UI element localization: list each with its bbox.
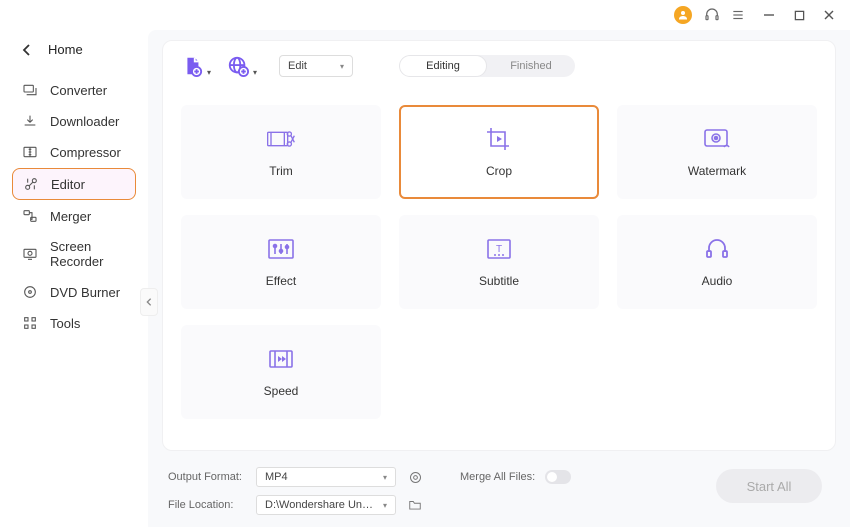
sidebar-item-converter[interactable]: Converter (12, 75, 136, 105)
sidebar-item-label: Editor (51, 177, 85, 192)
output-format-label: Output Format: (168, 471, 246, 483)
svg-text:T: T (496, 244, 502, 255)
dvd-icon (22, 284, 38, 300)
start-all-label: Start All (747, 479, 792, 494)
card-label: Speed (264, 384, 299, 398)
sidebar-item-editor[interactable]: Editor (12, 168, 136, 200)
watermark-icon (702, 126, 732, 152)
card-label: Effect (266, 274, 296, 288)
sidebar-item-label: Downloader (50, 114, 119, 129)
card-speed[interactable]: Speed (181, 325, 381, 419)
sidebar-item-compressor[interactable]: Compressor (12, 137, 136, 167)
card-audio[interactable]: Audio (617, 215, 817, 309)
recorder-icon (22, 246, 38, 262)
sidebar-item-dvd-burner[interactable]: DVD Burner (12, 277, 136, 307)
mode-select[interactable]: Edit ▾ (279, 55, 353, 77)
mode-select-value: Edit (288, 60, 307, 72)
open-folder-icon[interactable] (406, 498, 424, 512)
card-label: Subtitle (479, 274, 519, 288)
hamburger-icon[interactable] (730, 7, 746, 23)
audio-icon (703, 236, 731, 262)
sidebar-nav: Converter Downloader Compressor Editor M… (0, 75, 148, 338)
file-location-select[interactable]: D:\Wondershare UniConverter 1 ▾ (256, 495, 396, 515)
speed-icon (267, 346, 295, 372)
compressor-icon (22, 144, 38, 160)
card-label: Audio (702, 274, 733, 288)
downloader-icon (22, 113, 38, 129)
subtitle-icon: T (486, 236, 512, 262)
sidebar-collapse-handle[interactable] (140, 288, 158, 316)
maximize-button[interactable] (792, 8, 806, 22)
card-label: Watermark (688, 164, 746, 178)
chevron-down-icon: ▾ (340, 62, 344, 71)
merge-files-label: Merge All Files: (460, 471, 535, 483)
add-url-button[interactable]: ▾ (227, 55, 249, 77)
headset-icon[interactable] (704, 7, 720, 23)
start-all-button[interactable]: Start All (716, 469, 822, 503)
converter-icon (22, 82, 38, 98)
file-location-label: File Location: (168, 499, 246, 511)
card-subtitle[interactable]: T Subtitle (399, 215, 599, 309)
effect-icon (267, 236, 295, 262)
editor-tools-grid: Trim Crop Watermark Effect T Subtitle (181, 105, 817, 419)
file-location-value: D:\Wondershare UniConverter 1 (265, 499, 375, 511)
home-nav[interactable]: Home (0, 38, 148, 75)
add-file-button[interactable]: ▾ (181, 55, 203, 77)
sidebar-item-merger[interactable]: Merger (12, 201, 136, 231)
sidebar-item-label: Compressor (50, 145, 121, 160)
chevron-down-icon: ▾ (383, 501, 387, 510)
output-format-select[interactable]: MP4 ▾ (256, 467, 396, 487)
chevron-down-icon: ▾ (383, 473, 387, 482)
card-trim[interactable]: Trim (181, 105, 381, 199)
segment-finished[interactable]: Finished (487, 55, 575, 77)
user-avatar-icon[interactable] (674, 6, 692, 24)
sidebar-item-screen-recorder[interactable]: Screen Recorder (12, 232, 136, 276)
merger-icon (22, 208, 38, 224)
card-watermark[interactable]: Watermark (617, 105, 817, 199)
sidebar-item-tools[interactable]: Tools (12, 308, 136, 338)
segment-editing[interactable]: Editing (399, 55, 487, 77)
sidebar-item-label: Tools (50, 316, 80, 331)
card-crop[interactable]: Crop (399, 105, 599, 199)
card-effect[interactable]: Effect (181, 215, 381, 309)
crop-icon (485, 126, 513, 152)
toolbar: ▾ ▾ Edit ▾ Editing Finished (181, 55, 817, 77)
status-segment: Editing Finished (399, 55, 575, 77)
output-settings-icon[interactable] (406, 470, 424, 485)
editor-icon (23, 176, 39, 192)
main-area: ▾ ▾ Edit ▾ Editing Finished Tri (148, 30, 850, 527)
chevron-down-icon: ▾ (253, 68, 257, 77)
sidebar-item-downloader[interactable]: Downloader (12, 106, 136, 136)
card-label: Trim (269, 164, 293, 178)
titlebar (0, 0, 850, 30)
tools-icon (22, 315, 38, 331)
card-label: Crop (486, 164, 512, 178)
minimize-button[interactable] (762, 8, 776, 22)
merge-files-toggle[interactable] (545, 470, 571, 484)
chevron-down-icon: ▾ (207, 68, 211, 77)
home-label: Home (48, 42, 83, 57)
sidebar-item-label: Merger (50, 209, 91, 224)
sidebar-item-label: Converter (50, 83, 107, 98)
sidebar: Home Converter Downloader Compressor Edi… (0, 30, 148, 527)
sidebar-item-label: DVD Burner (50, 285, 120, 300)
output-format-value: MP4 (265, 471, 288, 483)
sidebar-item-label: Screen Recorder (50, 239, 126, 269)
trim-icon (266, 126, 296, 152)
close-button[interactable] (822, 8, 836, 22)
